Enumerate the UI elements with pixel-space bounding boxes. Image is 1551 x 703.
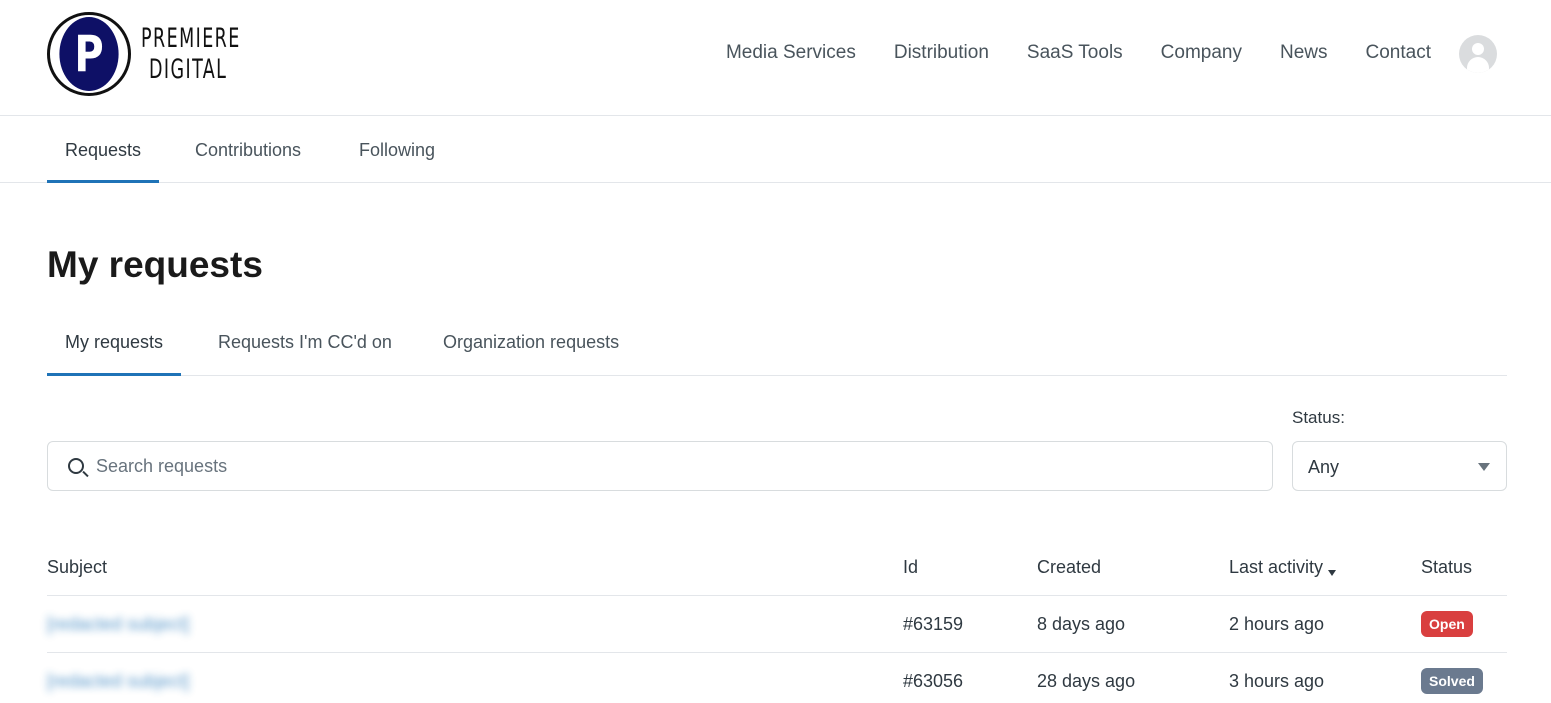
search-icon: [68, 458, 84, 474]
request-last-activity: 3 hours ago: [1229, 671, 1325, 691]
status-filter-select[interactable]: Any: [1292, 441, 1507, 491]
status-badge: Solved: [1421, 668, 1483, 694]
header-last-activity[interactable]: Last activity: [1229, 540, 1337, 594]
table-header: Subject Id Created Last activity Status: [47, 540, 1507, 596]
user-avatar-icon[interactable]: [1459, 35, 1497, 73]
logo-line-2: DIGITAL: [149, 54, 228, 85]
tab-cc-requests[interactable]: Requests I'm CC'd on: [200, 310, 410, 376]
sub-navigation: Requests Contributions Following: [0, 116, 1551, 183]
request-id: #63159: [903, 614, 964, 634]
status-badge: Open: [1421, 611, 1473, 637]
logo-circle: P: [47, 12, 131, 96]
table-row: [redacted subject] #63056 28 days ago 3 …: [47, 653, 1507, 703]
request-tabs: My requests Requests I'm CC'd on Organiz…: [47, 310, 1507, 376]
chevron-down-icon: [1478, 463, 1490, 471]
header-created[interactable]: Created: [1037, 540, 1101, 594]
logo-letter: P: [59, 17, 119, 91]
nav-distribution[interactable]: Distribution: [894, 42, 989, 64]
header-id[interactable]: Id: [903, 540, 918, 594]
header-subject[interactable]: Subject: [47, 540, 107, 594]
request-id: #63056: [903, 671, 964, 691]
tab-contributions[interactable]: Contributions: [177, 116, 319, 183]
sort-descending-icon: [1328, 570, 1337, 576]
table-row: [redacted subject] #63159 8 days ago 2 h…: [47, 596, 1507, 653]
logo-line-1: PREMIERE: [141, 22, 241, 54]
header-last-activity-label: Last activity: [1229, 557, 1324, 577]
site-header: P PREMIERE DIGITAL Media Services Distri…: [0, 0, 1551, 116]
tab-my-requests[interactable]: My requests: [47, 310, 182, 376]
tab-organization-requests[interactable]: Organization requests: [425, 310, 637, 376]
status-filter-value: Any: [1308, 457, 1340, 477]
request-subject-link[interactable]: [redacted subject]: [47, 653, 189, 703]
logo-wordmark: PREMIERE DIGITAL: [141, 23, 280, 85]
requests-table: Subject Id Created Last activity Status …: [47, 540, 1507, 703]
search-input[interactable]: [96, 442, 1256, 490]
tab-requests[interactable]: Requests: [47, 116, 160, 183]
tab-following[interactable]: Following: [341, 116, 453, 183]
avatar-head: [1472, 43, 1484, 55]
header-status[interactable]: Status: [1421, 540, 1472, 594]
page-title: My requests: [47, 244, 263, 285]
top-navigation: Media Services Distribution SaaS Tools C…: [688, 42, 1431, 64]
request-last-activity: 2 hours ago: [1229, 614, 1325, 634]
nav-contact[interactable]: Contact: [1366, 42, 1431, 64]
request-created: 8 days ago: [1037, 614, 1126, 634]
nav-news[interactable]: News: [1280, 42, 1328, 64]
request-subject-link[interactable]: [redacted subject]: [47, 596, 189, 652]
nav-company[interactable]: Company: [1161, 42, 1242, 64]
request-created: 28 days ago: [1037, 671, 1136, 691]
search-box: [47, 441, 1273, 491]
avatar-body: [1467, 57, 1489, 73]
nav-saas-tools[interactable]: SaaS Tools: [1027, 42, 1123, 64]
premiere-digital-logo[interactable]: P PREMIERE DIGITAL: [47, 12, 280, 96]
status-filter-label: Status:: [1292, 408, 1345, 427]
nav-media-services[interactable]: Media Services: [726, 42, 856, 64]
